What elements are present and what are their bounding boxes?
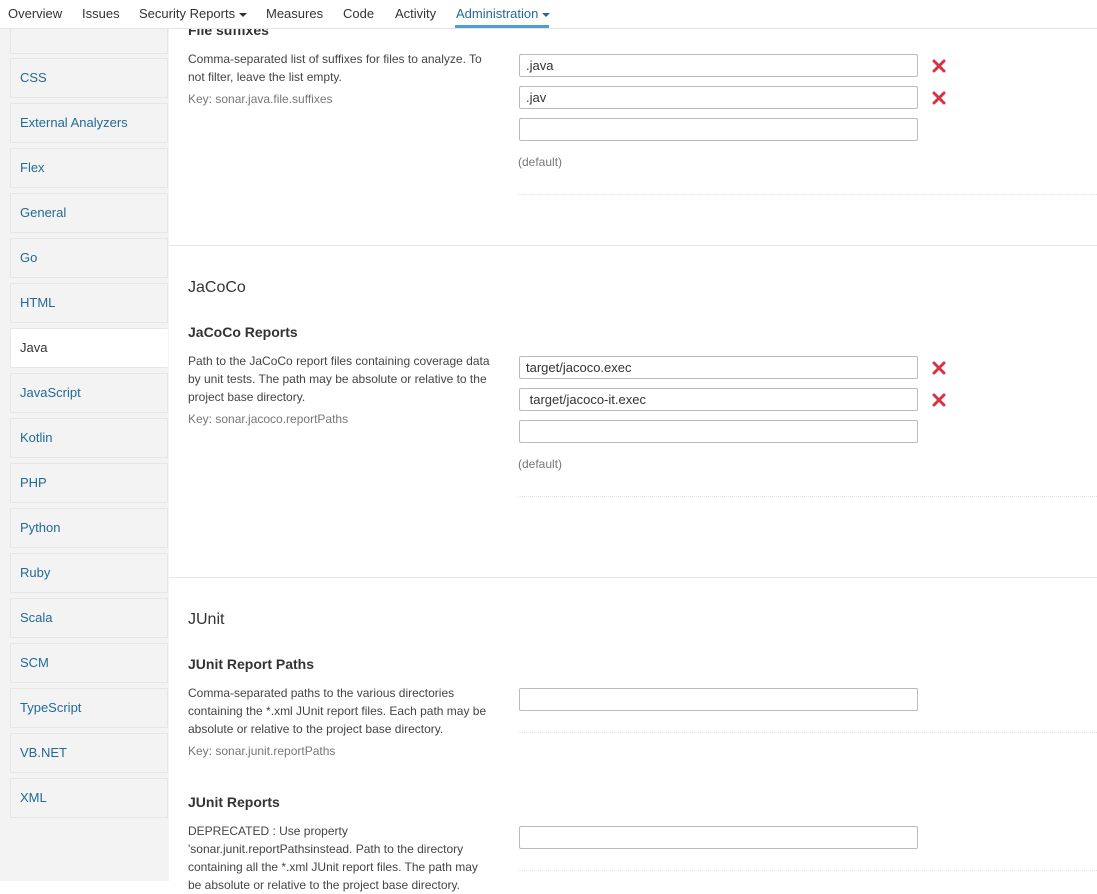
sidebar-item-javascript[interactable]: JavaScript — [10, 373, 168, 413]
junit-reports-input[interactable] — [519, 826, 918, 849]
nav-activity[interactable]: Activity — [395, 6, 436, 21]
sidebar-item-label: Java — [20, 340, 48, 355]
junit-report-paths-title: JUnit Report Paths — [188, 656, 315, 672]
sidebar-item-label: Kotlin — [20, 430, 53, 445]
sidebar-item-label: XML — [20, 790, 47, 805]
file-suffixes-description: Comma-separated list of suffixes for fil… — [188, 52, 482, 84]
sidebar-item-label: CSS — [20, 70, 47, 85]
default-label: (default) — [518, 457, 563, 471]
nav-code[interactable]: Code — [343, 6, 374, 21]
section-divider — [169, 245, 1097, 246]
close-icon[interactable] — [931, 360, 947, 376]
sidebar-item-ruby[interactable]: Ruby — [10, 553, 168, 593]
sidebar-item-flex[interactable]: Flex — [10, 148, 168, 188]
dotted-divider — [518, 194, 1097, 195]
sidebar-item-java[interactable]: Java — [10, 328, 168, 368]
chevron-down-icon — [542, 12, 551, 17]
file-suffixes-key: Key: sonar.java.file.suffixes — [188, 92, 333, 106]
sidebar-item-label: External Analyzers — [20, 115, 128, 130]
nav-administration-label: Administration — [456, 6, 539, 21]
junit-report-paths-input[interactable] — [519, 688, 918, 711]
sidebar-item-css[interactable]: CSS — [10, 58, 168, 98]
file-suffix-input[interactable] — [519, 86, 918, 109]
nav-security-reports-label: Security Reports — [139, 6, 236, 21]
nav-administration[interactable]: Administration — [456, 6, 551, 21]
sidebar-item-python[interactable]: Python — [10, 508, 168, 548]
nav-overview[interactable]: Overview — [8, 6, 62, 21]
section-title-jacoco: JaCoCo — [188, 279, 246, 296]
dotted-divider — [518, 870, 1097, 871]
nav-issues[interactable]: Issues — [82, 6, 120, 21]
jacoco-reports-description: Path to the JaCoCo report files containi… — [188, 354, 490, 404]
sidebar-item-label: JavaScript — [20, 385, 81, 400]
jacoco-report-input[interactable] — [519, 388, 918, 411]
sidebar-item-label: HTML — [20, 295, 56, 310]
section-title-junit: JUnit — [188, 611, 225, 628]
sidebar-item-label: SCM — [20, 655, 49, 670]
sidebar-item-external-analyzers[interactable]: External Analyzers — [10, 103, 168, 143]
sidebar-item-html[interactable]: HTML — [10, 283, 168, 323]
jacoco-report-input[interactable] — [519, 356, 918, 379]
sidebar-item-xml[interactable]: XML — [10, 778, 168, 818]
nav-security-reports[interactable]: Security Reports — [139, 6, 248, 21]
close-icon[interactable] — [931, 58, 947, 74]
dotted-divider — [518, 732, 1097, 733]
junit-report-paths-key: Key: sonar.junit.reportPaths — [188, 744, 336, 758]
sidebar-item-go[interactable]: Go — [10, 238, 168, 278]
jacoco-reports-key: Key: sonar.jacoco.reportPaths — [188, 412, 349, 426]
file-suffix-input[interactable] — [519, 118, 918, 141]
sidebar-item-general[interactable]: General — [10, 193, 168, 233]
junit-report-paths-description: Comma-separated paths to the various dir… — [188, 686, 487, 736]
sidebar-item-vbnet[interactable]: VB.NET — [10, 733, 168, 773]
sidebar-item-label: Python — [20, 520, 61, 535]
sidebar-item-label: Ruby — [20, 565, 51, 580]
settings-content: File suffixes Comma-separated list of su… — [169, 22, 1097, 892]
file-suffix-input[interactable] — [519, 54, 918, 77]
close-icon[interactable] — [931, 90, 947, 106]
nav-measures[interactable]: Measures — [266, 6, 323, 21]
top-navigation: Overview Issues Security Reports Measure… — [0, 0, 1097, 29]
sidebar-item-label: Scala — [20, 610, 53, 625]
sidebar-item-php[interactable]: PHP — [10, 463, 168, 503]
default-label: (default) — [518, 155, 563, 169]
sidebar-item-label: Flex — [20, 160, 45, 175]
sidebar-item-label: VB.NET — [20, 745, 67, 760]
sidebar-item-label: TypeScript — [20, 700, 82, 715]
sidebar-item-scala[interactable]: Scala — [10, 598, 168, 638]
junit-reports-title: JUnit Reports — [188, 794, 280, 810]
jacoco-report-input[interactable] — [519, 420, 918, 443]
sidebar-item-kotlin[interactable]: Kotlin — [10, 418, 168, 458]
dotted-divider — [518, 496, 1097, 497]
sidebar-item-label: Go — [20, 250, 38, 265]
sidebar-item-label: PHP — [20, 475, 47, 490]
jacoco-reports-title: JaCoCo Reports — [188, 324, 298, 340]
junit-reports-description: DEPRECATED : Use property 'sonar.junit.r… — [188, 824, 478, 892]
sidebar-item-scm[interactable]: SCM — [10, 643, 168, 683]
category-sidebar: C# CSS External Analyzers Flex General G… — [0, 16, 169, 881]
close-icon[interactable] — [931, 392, 947, 408]
chevron-down-icon — [239, 12, 248, 17]
active-tab-underline — [455, 25, 549, 28]
sidebar-item-label: General — [20, 205, 67, 220]
sidebar-item-typescript[interactable]: TypeScript — [10, 688, 168, 728]
section-divider — [169, 577, 1097, 578]
